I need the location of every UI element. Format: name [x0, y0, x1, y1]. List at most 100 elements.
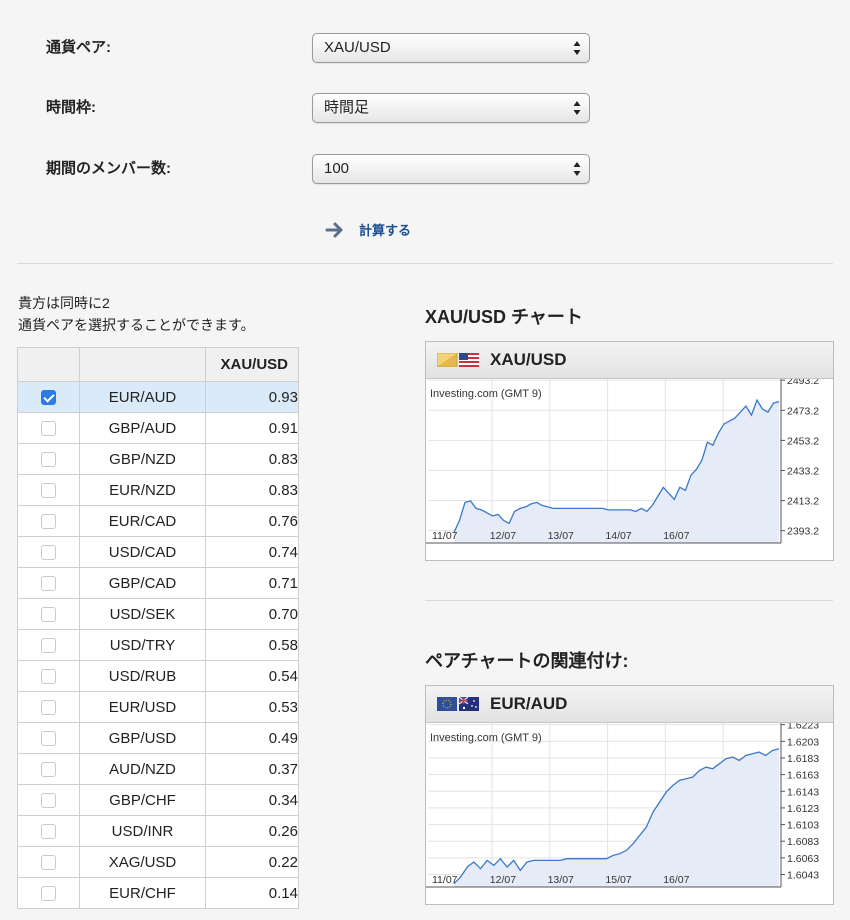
table-row[interactable]: GBP/CHF 0.34	[17, 784, 299, 816]
table-row[interactable]: USD/RUB 0.54	[17, 660, 299, 692]
timeframe-row: 時間枠: 時間足	[0, 93, 850, 133]
chart2-title: ペアチャートの関連付け:	[425, 651, 629, 671]
au-flag-icon	[458, 696, 479, 711]
row-checkbox-cell	[17, 567, 80, 599]
updown-arrow-icon	[573, 41, 581, 55]
table-row[interactable]: USD/INR 0.26	[17, 815, 299, 847]
row-checkbox-cell	[17, 629, 80, 661]
chart1-panel: XAU/USD 2493.2 2473.2 2453.2 2433.2 2413.2 23…	[425, 341, 834, 561]
table-row[interactable]: EUR/CAD 0.76	[17, 505, 299, 537]
row-checkbox[interactable]	[41, 576, 56, 592]
table-row[interactable]: USD/TRY 0.58	[17, 629, 299, 661]
row-checkbox[interactable]	[41, 669, 56, 685]
x-tick-label: 11/07	[432, 530, 458, 542]
row-checkbox-cell	[17, 784, 80, 816]
row-checkbox-cell	[17, 443, 80, 475]
row-checkbox[interactable]	[41, 483, 56, 499]
correlation-cell: 0.74	[205, 536, 299, 568]
pair-select[interactable]: XAU/USD	[312, 33, 590, 63]
series-area	[454, 748, 779, 887]
source-label: Investing.com (GMT 9)	[430, 388, 542, 400]
row-checkbox-cell	[17, 474, 80, 506]
y-tick-label: 1.6183	[787, 753, 819, 765]
pair-cell: EUR/CHF	[79, 877, 206, 909]
row-checkbox[interactable]	[41, 545, 56, 561]
header-pair-col	[79, 347, 206, 382]
x-tick-label: 12/07	[490, 874, 516, 886]
x-tick-label: 14/07	[605, 530, 631, 542]
chart1-title: XAU/USD チャート	[425, 307, 583, 327]
members-select[interactable]: 100	[312, 154, 590, 184]
calculate-label: 計算する	[359, 223, 412, 238]
correlation-cell: 0.83	[205, 474, 299, 506]
note-line-1: 貴方は同時に2	[18, 295, 110, 311]
y-tick-label: 2473.2	[787, 405, 819, 417]
row-checkbox[interactable]	[41, 855, 56, 871]
correlation-cell: 0.14	[205, 877, 299, 909]
row-checkbox[interactable]	[41, 607, 56, 623]
table-row[interactable]: GBP/AUD 0.91	[17, 412, 299, 444]
chart2-pair: EUR/AUD	[490, 694, 568, 713]
row-checkbox-cell	[17, 846, 80, 878]
correlation-cell: 0.71	[205, 567, 299, 599]
table-row[interactable]: USD/SEK 0.70	[17, 598, 299, 630]
pair-select-value: XAU/USD	[324, 39, 391, 56]
selection-note: 貴方は同時に2 通貨ペアを選択することができます。	[18, 292, 255, 336]
chart1-pair: XAU/USD	[490, 350, 567, 369]
chart1-flags	[436, 352, 479, 372]
row-checkbox[interactable]	[41, 452, 56, 468]
pair-cell: EUR/USD	[79, 691, 206, 723]
correlation-cell: 0.76	[205, 505, 299, 537]
table-row[interactable]: AUD/NZD 0.37	[17, 753, 299, 785]
pair-cell: XAG/USD	[79, 846, 206, 878]
timeframe-select[interactable]: 時間足	[312, 93, 590, 123]
table-row[interactable]: EUR/AUD 0.93	[17, 381, 299, 413]
series-area	[454, 400, 779, 543]
row-checkbox-cell	[17, 722, 80, 754]
x-tick-label: 11/07	[432, 874, 458, 886]
pair-row: 通貨ペア: XAU/USD	[0, 33, 850, 73]
row-checkbox[interactable]	[41, 762, 56, 778]
pair-cell: USD/TRY	[79, 629, 206, 661]
row-checkbox[interactable]	[41, 421, 56, 437]
correlation-cell: 0.70	[205, 598, 299, 630]
table-row[interactable]: XAG/USD 0.22	[17, 846, 299, 878]
row-checkbox[interactable]	[41, 390, 56, 406]
table-row[interactable]: EUR/CHF 0.14	[17, 877, 299, 909]
x-tick-label: 15/07	[605, 874, 631, 886]
y-tick-label: 2493.2	[787, 379, 819, 387]
row-checkbox-cell	[17, 536, 80, 568]
y-tick-label: 2413.2	[787, 496, 819, 508]
row-checkbox[interactable]	[41, 731, 56, 747]
table-row[interactable]: EUR/USD 0.53	[17, 691, 299, 723]
header-xauusd: XAU/USD	[205, 347, 299, 382]
header-checkbox-col	[17, 347, 80, 382]
table-row[interactable]: GBP/CAD 0.71	[17, 567, 299, 599]
row-checkbox[interactable]	[41, 824, 56, 840]
updown-arrow-icon	[573, 162, 581, 176]
divider	[17, 263, 833, 264]
correlation-table: XAU/USD EUR/AUD 0.93 GBP/AUD 0.91 GBP/NZD 0.8…	[17, 347, 299, 909]
row-checkbox[interactable]	[41, 514, 56, 530]
table-row[interactable]: GBP/USD 0.49	[17, 722, 299, 754]
members-select-value: 100	[324, 160, 350, 177]
correlation-cell: 0.37	[205, 753, 299, 785]
table-row[interactable]: EUR/NZD 0.83	[17, 474, 299, 506]
row-checkbox[interactable]	[41, 793, 56, 809]
correlation-cell: 0.54	[205, 660, 299, 692]
row-checkbox[interactable]	[41, 700, 56, 716]
note-line-2: 通貨ペアを選択することができます。	[18, 317, 255, 333]
x-tick-label: 13/07	[548, 530, 574, 542]
members-row: 期間のメンバー数: 100	[0, 154, 850, 194]
y-tick-label: 1.6143	[787, 786, 819, 798]
source-label: Investing.com (GMT 9)	[430, 732, 542, 744]
row-checkbox[interactable]	[41, 886, 56, 902]
correlation-cell: 0.58	[205, 629, 299, 661]
row-checkbox[interactable]	[41, 638, 56, 654]
table-row[interactable]: USD/CAD 0.74	[17, 536, 299, 568]
chart2-panel: EUR/AUD 1.6223 1.6203 1.6183 1.6163 1.6143 1.…	[425, 685, 834, 905]
pair-cell: GBP/USD	[79, 722, 206, 754]
us-flag-icon	[459, 353, 479, 367]
timeframe-select-value: 時間足	[324, 99, 370, 116]
table-row[interactable]: GBP/NZD 0.83	[17, 443, 299, 475]
